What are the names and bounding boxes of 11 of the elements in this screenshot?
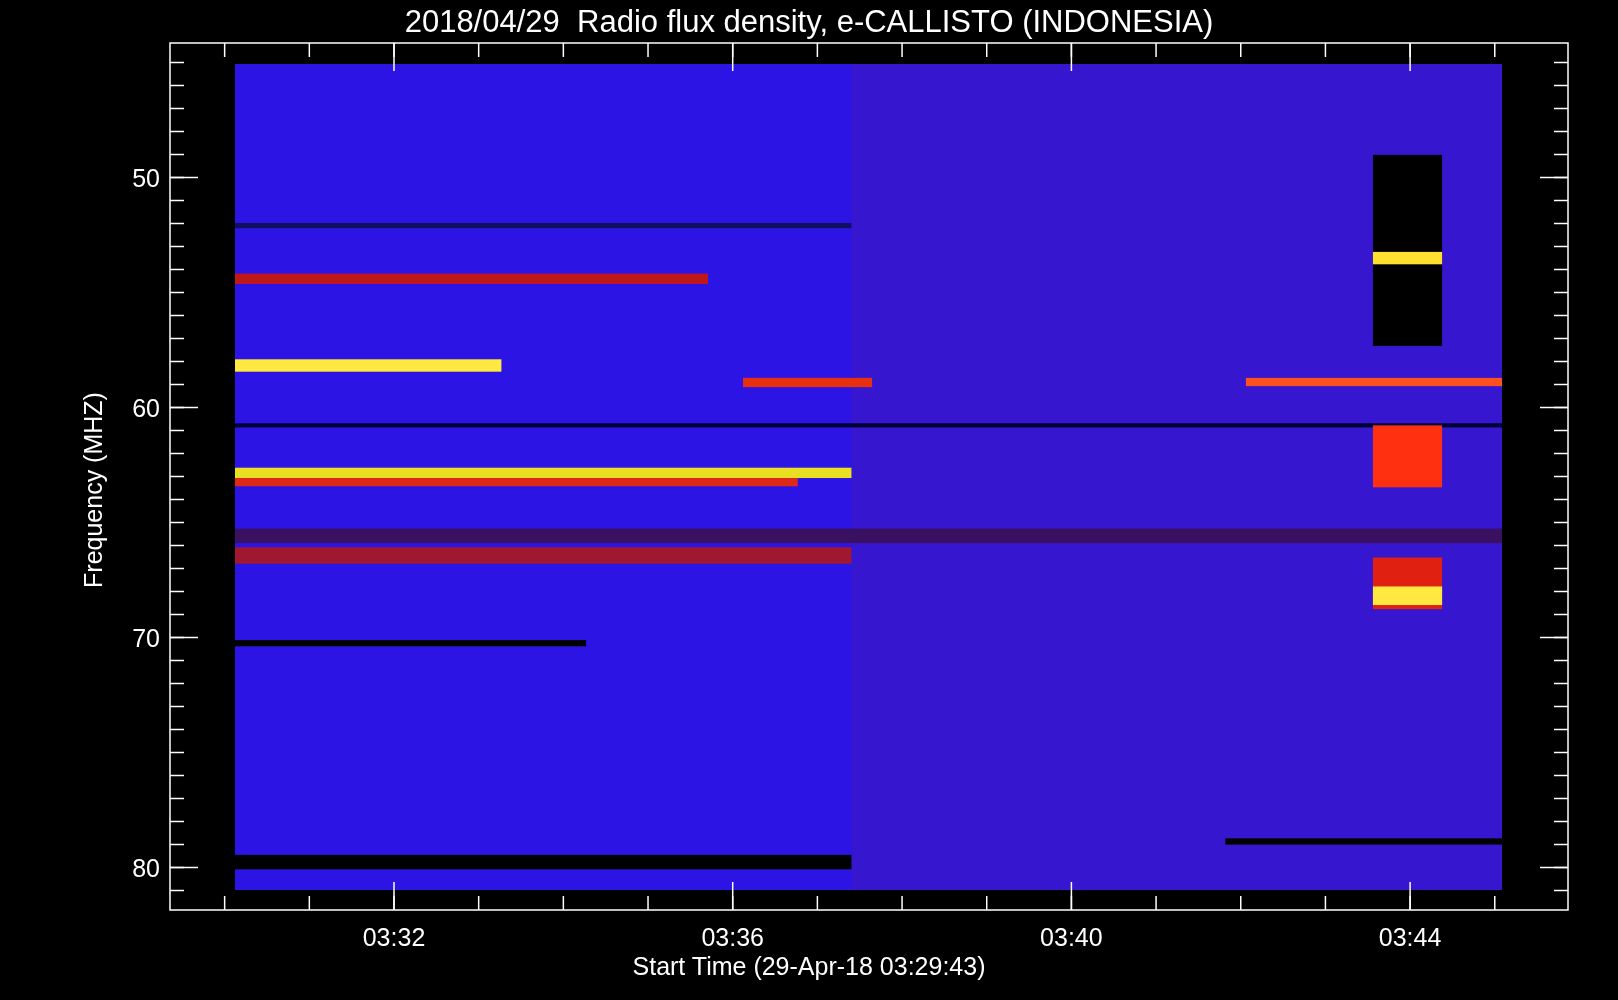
axis-tick-label: 03:40 bbox=[1040, 923, 1103, 951]
axis-tick-label: 03:36 bbox=[701, 923, 764, 951]
axis-label: Start Time (29-Apr-18 03:29:43) bbox=[632, 952, 986, 980]
axis-tick-label: 03:44 bbox=[1378, 923, 1442, 951]
axis-tick-label: 60 bbox=[132, 393, 160, 422]
axis-tick-label: 70 bbox=[132, 623, 160, 652]
axis-label: Frequency (MHZ) bbox=[79, 392, 107, 588]
axis-tick-label: 80 bbox=[132, 853, 160, 882]
axis-tick-label: 50 bbox=[132, 163, 160, 192]
axis-tick-label: 03:32 bbox=[362, 923, 426, 951]
chart-title: 2018/04/29 Radio flux density, e-CALLISTO (INDONESIA) bbox=[404, 4, 1214, 39]
